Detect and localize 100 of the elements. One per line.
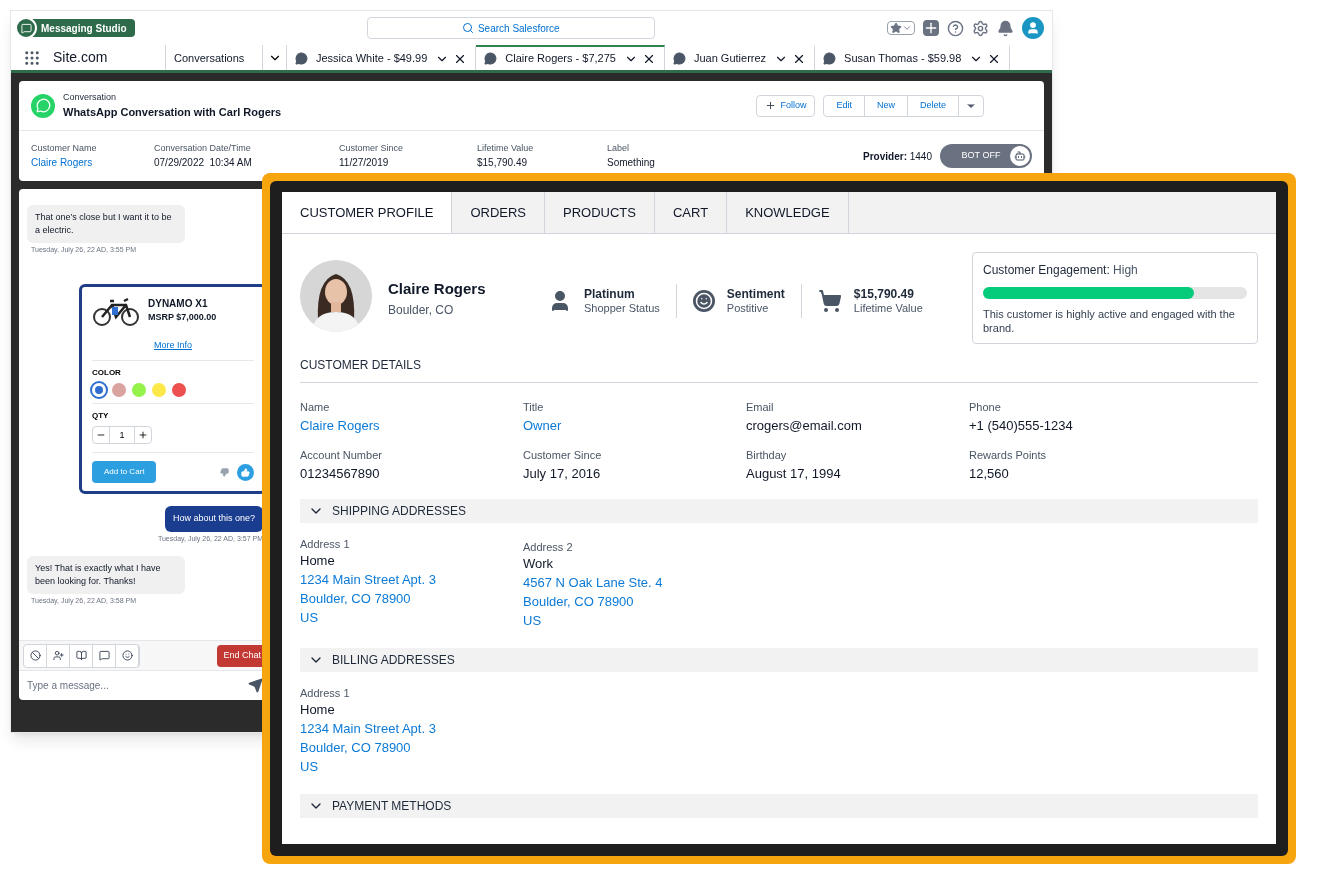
address-line[interactable]: 4567 N Oak Lane Ste. 4 xyxy=(523,573,746,592)
field-value: 11/27/2019 xyxy=(339,156,390,171)
avatar-icon[interactable] xyxy=(1022,17,1044,39)
color-swatch[interactable] xyxy=(112,383,126,397)
cart-icon xyxy=(817,289,842,313)
record-type: Conversation xyxy=(63,90,118,104)
field-value: 07/29/2022 10:34 AM xyxy=(154,156,253,171)
app-name: Messaging Studio xyxy=(41,21,127,36)
star-icon xyxy=(890,22,902,34)
provider-text: Provider: 1440 xyxy=(863,149,932,164)
follow-button[interactable]: Follow xyxy=(756,94,816,117)
thumbs-up-glyph-icon xyxy=(241,467,250,477)
address-type: Work xyxy=(523,555,555,573)
profile-tab[interactable]: CUSTOMER PROFILE xyxy=(282,192,453,233)
address-label: Address 1 xyxy=(300,537,351,551)
search-icon xyxy=(461,22,474,34)
stat-subtitle: Lifetime Value xyxy=(853,301,923,315)
color-swatch[interactable] xyxy=(132,383,146,397)
add-icon[interactable] xyxy=(923,20,939,36)
address-line[interactable]: US xyxy=(300,608,523,627)
stat-title: Sentiment xyxy=(726,287,785,301)
field-label: Phone xyxy=(969,400,1002,415)
settings-icon[interactable] xyxy=(972,19,989,37)
section-header[interactable]: SHIPPING ADDRESSES xyxy=(300,499,1258,523)
tab-label: Jessica White - $49.99 xyxy=(316,51,428,67)
section-header[interactable]: PAYMENT METHODS xyxy=(300,794,1258,818)
address-line[interactable]: Boulder, CO 78900 xyxy=(523,592,746,611)
field-value[interactable]: Claire Rogers xyxy=(31,155,154,171)
add-to-cart-button[interactable]: Add to Cart xyxy=(92,461,157,483)
address-label: Address 2 xyxy=(523,540,574,554)
record-action-button[interactable]: Edit xyxy=(824,95,865,116)
address-type: Home xyxy=(300,701,336,719)
incoming-message: Yes! That is exactly what I have been looking for. Thanks! xyxy=(27,556,185,594)
address-line[interactable]: Boulder, CO 78900 xyxy=(300,738,523,757)
person-plus-icon xyxy=(52,650,64,661)
chat-icon xyxy=(672,52,686,65)
field-value: 12,560 xyxy=(969,464,1010,483)
tab-label: Susan Thomas - $59.98 xyxy=(844,51,962,67)
search-field[interactable]: Search Salesforce xyxy=(366,17,655,39)
field-value: +1 (540)555-1234 xyxy=(969,416,1074,435)
record-action-button[interactable]: New xyxy=(864,95,908,116)
blocked-icon xyxy=(29,650,41,661)
tab-label: Juan Gutierrez xyxy=(693,51,767,67)
color-swatch[interactable] xyxy=(152,383,166,397)
stat-subtitle: Shopper Status xyxy=(584,301,660,315)
address-line[interactable]: US xyxy=(300,757,523,776)
incoming-message: That one’s close but I want it to be a electric. xyxy=(27,205,185,243)
speech-bubble-icon xyxy=(98,650,110,661)
plus-icon xyxy=(138,430,148,440)
field-value: July 17, 2016 xyxy=(523,464,602,483)
engagement-title: Customer Engagement: High xyxy=(983,262,1139,279)
field-value[interactable]: Claire Rogers xyxy=(300,415,523,435)
field-label: Customer Since xyxy=(523,448,603,463)
more-info-link[interactable]: More Info xyxy=(154,338,192,352)
field-value: Something xyxy=(607,156,656,171)
favorites-button[interactable] xyxy=(887,21,915,35)
field-value[interactable]: Owner xyxy=(523,415,746,435)
help-icon[interactable] xyxy=(947,19,964,37)
field-label: Rewards Points xyxy=(969,448,1048,463)
thumbs-up-icon[interactable] xyxy=(237,463,254,481)
outgoing-message: How about this one? xyxy=(164,506,263,532)
address-line[interactable]: 1234 Main Street Apt. 3 xyxy=(300,719,523,738)
plus-icon xyxy=(765,100,777,111)
color-swatch[interactable] xyxy=(92,383,106,397)
robot-icon xyxy=(1014,150,1026,162)
book-icon xyxy=(75,650,87,661)
bot-toggle[interactable]: BOT OFF xyxy=(940,144,1032,168)
chat-icon xyxy=(295,52,308,65)
engagement-note: This customer is highly active and engaged with the brand. xyxy=(983,307,1236,335)
site-name: Site.com xyxy=(53,48,109,67)
chat-icon xyxy=(823,52,837,65)
customer-location: Boulder, CO xyxy=(388,301,455,319)
field-label: Name xyxy=(300,400,331,415)
field-label: Label xyxy=(607,141,631,155)
speech-bubble-icon xyxy=(20,22,32,34)
field-label: Birthday xyxy=(746,448,788,463)
address-line[interactable]: 1234 Main Street Apt. 3 xyxy=(300,570,523,589)
product-name: DYNAMO X1 xyxy=(148,297,209,312)
stat-subtitle: Postitive xyxy=(726,301,770,315)
address-type: Home xyxy=(300,552,336,570)
section-title: CUSTOMER DETAILS xyxy=(300,358,421,372)
field-label: Customer Name xyxy=(31,141,98,155)
record-title: WhatsApp Conversation with Carl Rogers xyxy=(63,105,282,120)
thumbs-down-icon[interactable] xyxy=(220,467,229,477)
message-input[interactable]: Type a message... xyxy=(27,678,248,693)
field-label: Lifetime Value xyxy=(477,141,535,155)
section-header[interactable]: BILLING ADDRESSES xyxy=(300,648,1258,672)
person-icon xyxy=(1026,21,1040,35)
workspace-tab[interactable]: Claire Rogers - $7,275 xyxy=(476,45,665,70)
field-label: Title xyxy=(523,400,545,415)
field-value: 01234567890 xyxy=(300,464,381,483)
app-launcher-icon[interactable] xyxy=(23,48,41,67)
record-action-button[interactable]: Delete xyxy=(908,95,959,116)
notifications-icon[interactable] xyxy=(997,19,1014,37)
app-logo[interactable]: Messaging Studio xyxy=(19,19,135,37)
caret-icon xyxy=(902,23,912,33)
address-line[interactable]: Boulder, CO 78900 xyxy=(300,589,523,608)
address-line[interactable]: US xyxy=(523,611,746,630)
color-swatch[interactable] xyxy=(172,383,186,397)
field-label: Email xyxy=(746,400,775,415)
